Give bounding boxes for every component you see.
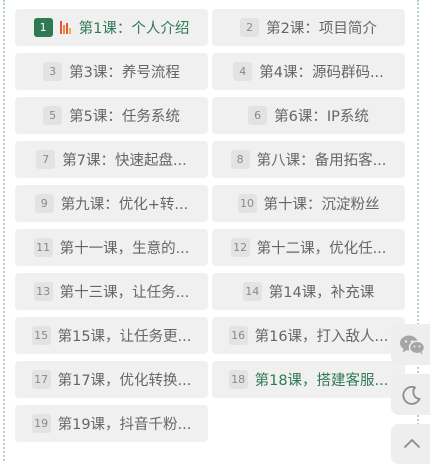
lesson-number-badge: 16 <box>228 326 248 345</box>
lesson-title: 第十课：沉淀粉丝 <box>263 197 380 213</box>
lesson-title: 第14课，补充课 <box>268 285 375 301</box>
lesson-number-badge: 17 <box>31 370 51 389</box>
lesson-item-16[interactable]: 16 第16课，打入敌人... <box>212 317 405 354</box>
lesson-number-badge: 19 <box>31 414 51 433</box>
lesson-title: 第7课：快速起盘... <box>62 153 187 169</box>
lesson-item-11[interactable]: 11 第十一课，生意的... <box>15 229 208 266</box>
lesson-title: 第18课，搭建客服... <box>254 373 389 389</box>
lesson-item-19[interactable]: 19 第19课，抖音千粉... <box>15 405 208 442</box>
wechat-icon <box>399 335 425 355</box>
lesson-number-badge: 11 <box>33 238 53 257</box>
lesson-number-badge: 8 <box>230 150 250 169</box>
lesson-item-8[interactable]: 8 第八课：备用拓客... <box>212 141 405 178</box>
moon-icon <box>401 385 420 405</box>
lesson-item-2[interactable]: 2 第2课：项目简介 <box>212 9 405 46</box>
lesson-item-7[interactable]: 7 第7课：快速起盘... <box>15 141 208 178</box>
lesson-number-badge: 10 <box>237 194 257 213</box>
lesson-item-6[interactable]: 6 第6课：IP系统 <box>212 97 405 134</box>
lesson-title: 第十二课，优化任... <box>256 241 387 257</box>
lesson-number-badge: 2 <box>240 18 260 37</box>
lesson-number-badge: 18 <box>228 370 248 389</box>
lesson-title: 第16课，打入敌人... <box>254 329 389 345</box>
equalizer-bars-icon <box>59 21 72 34</box>
lesson-number-badge: 5 <box>43 106 63 125</box>
lesson-number-badge: 14 <box>242 282 262 301</box>
lesson-title: 第十一课，生意的... <box>59 241 190 257</box>
lesson-item-13[interactable]: 13 第十三课，让任务... <box>15 273 208 310</box>
wechat-button[interactable] <box>391 324 430 365</box>
lesson-number-badge: 15 <box>31 326 51 345</box>
lesson-item-12[interactable]: 12 第十二课，优化任... <box>212 229 405 266</box>
lesson-title: 第九课：优化+转... <box>60 197 189 213</box>
lesson-number-badge: 7 <box>36 150 56 169</box>
lesson-title: 第19课，抖音千粉... <box>57 417 192 433</box>
lesson-item-18[interactable]: 18 第18课，搭建客服... <box>212 361 405 398</box>
back-to-top-button[interactable] <box>391 424 430 464</box>
lesson-number-badge: 13 <box>33 282 53 301</box>
lesson-title: 第3课：养号流程 <box>69 65 180 81</box>
lesson-title: 第2课：项目简介 <box>266 21 377 37</box>
lesson-title: 第1课：个人介绍 <box>78 21 190 37</box>
lesson-title: 第5课：任务系统 <box>69 109 180 125</box>
lesson-title: 第17课，优化转换... <box>57 373 192 389</box>
lesson-title: 第八课：备用拓客... <box>256 153 387 169</box>
lesson-item-17[interactable]: 17 第17课，优化转换... <box>15 361 208 398</box>
dark-mode-toggle[interactable] <box>391 374 430 415</box>
lesson-number-badge: 1 <box>33 18 53 37</box>
lesson-item-1[interactable]: 1 第1课：个人介绍 <box>15 9 208 46</box>
lesson-item-9[interactable]: 9 第九课：优化+转... <box>15 185 208 222</box>
lesson-title: 第15课，让任务更... <box>57 329 192 345</box>
left-dotted-border <box>3 0 5 461</box>
lesson-number-badge: 6 <box>248 106 268 125</box>
lesson-number-badge: 4 <box>233 62 253 81</box>
lesson-item-5[interactable]: 5 第5课：任务系统 <box>15 97 208 134</box>
lesson-title: 第十三课，让任务... <box>59 285 190 301</box>
lesson-item-15[interactable]: 15 第15课，让任务更... <box>15 317 208 354</box>
chevron-up-icon <box>403 439 420 448</box>
lesson-title: 第4课：源码群码... <box>259 65 384 81</box>
lesson-title: 第6课：IP系统 <box>274 109 369 125</box>
lesson-number-badge: 9 <box>34 194 54 213</box>
lesson-item-10[interactable]: 10 第十课：沉淀粉丝 <box>212 185 405 222</box>
lesson-number-badge: 12 <box>230 238 250 257</box>
lesson-item-3[interactable]: 3 第3课：养号流程 <box>15 53 208 90</box>
lesson-number-badge: 3 <box>43 62 63 81</box>
lesson-item-4[interactable]: 4 第4课：源码群码... <box>212 53 405 90</box>
lesson-item-14[interactable]: 14 第14课，补充课 <box>212 273 405 310</box>
